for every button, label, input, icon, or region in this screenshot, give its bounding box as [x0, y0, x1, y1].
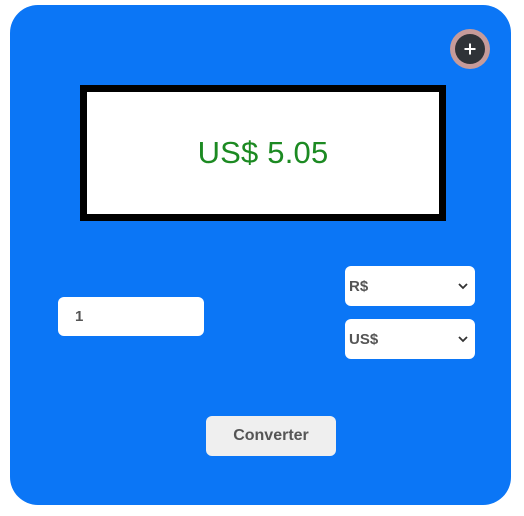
converter-card: US$ 5.05 R$ US$ Converter	[10, 5, 511, 505]
from-currency-value: R$	[349, 277, 369, 295]
chevron-down-icon	[458, 335, 468, 342]
amount-input[interactable]	[58, 297, 204, 336]
result-display: US$ 5.05	[80, 85, 446, 221]
add-button[interactable]	[450, 29, 490, 69]
from-currency-select[interactable]: R$	[345, 266, 475, 306]
to-currency-value: US$	[349, 330, 379, 348]
plus-icon	[464, 43, 476, 55]
add-button-inner	[455, 34, 485, 64]
chevron-down-icon	[458, 282, 468, 289]
convert-button[interactable]: Converter	[206, 416, 336, 456]
result-text: US$ 5.05	[197, 135, 329, 170]
to-currency-select[interactable]: US$	[345, 319, 475, 359]
